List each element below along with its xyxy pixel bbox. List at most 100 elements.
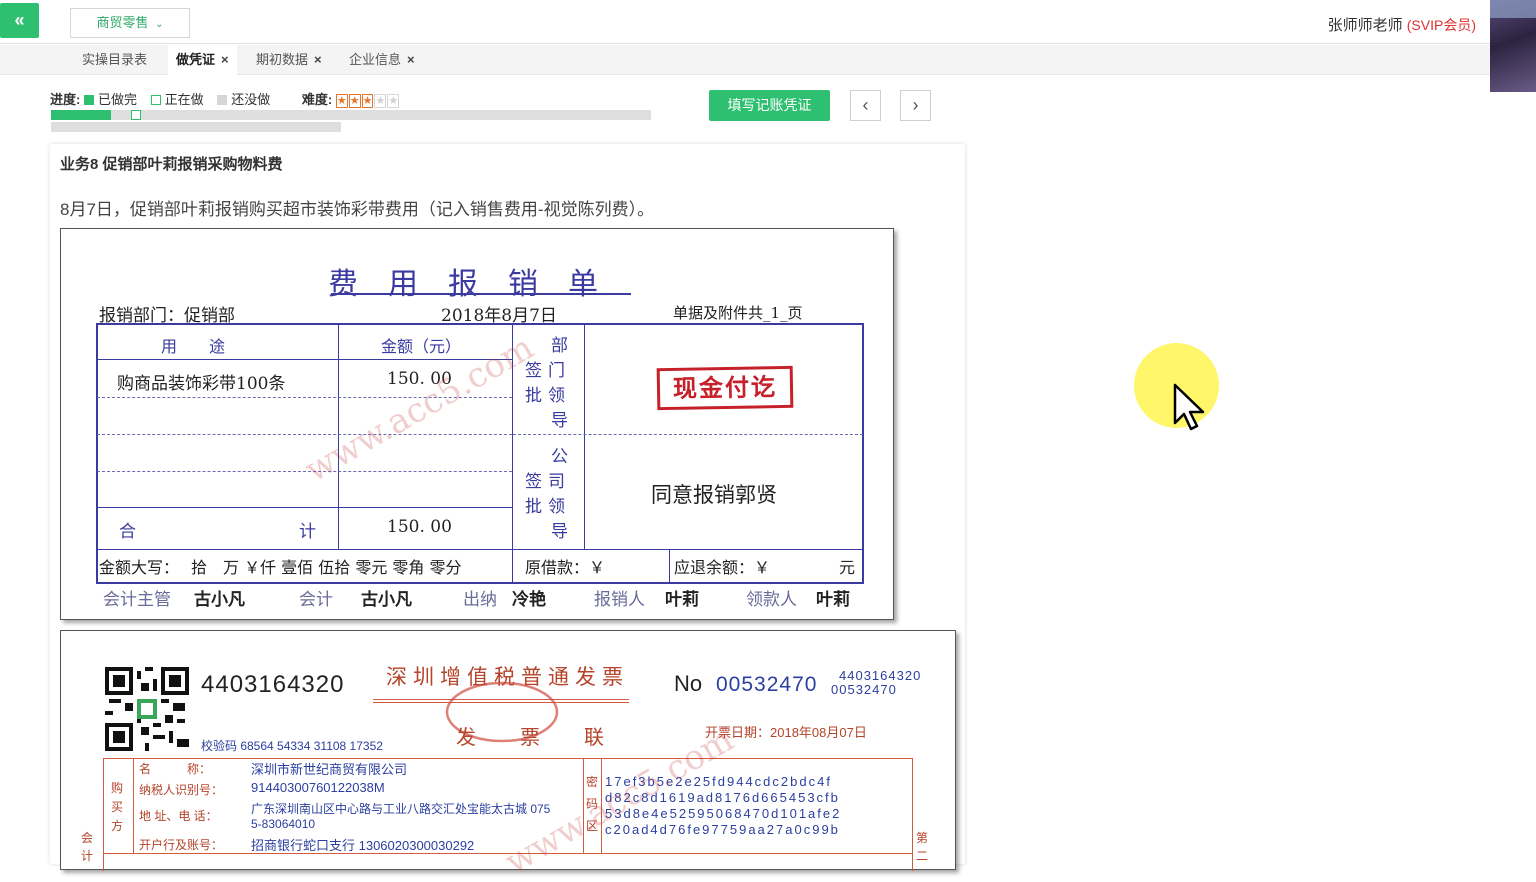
progress-cell[interactable] <box>551 110 561 120</box>
progress-cell[interactable] <box>501 110 511 120</box>
progress-cell[interactable] <box>51 122 61 132</box>
progress-cell[interactable] <box>371 110 381 120</box>
progress-cell[interactable] <box>291 122 301 132</box>
progress-cell[interactable] <box>581 110 591 120</box>
progress-cell[interactable] <box>81 110 91 120</box>
progress-cell[interactable] <box>211 110 221 120</box>
progress-cell[interactable] <box>531 110 541 120</box>
next-button[interactable]: › <box>900 90 931 121</box>
progress-cell[interactable] <box>231 122 241 132</box>
progress-cell[interactable] <box>281 110 291 120</box>
progress-cell[interactable] <box>101 122 111 132</box>
progress-cell[interactable] <box>141 110 151 120</box>
progress-cell[interactable] <box>271 110 281 120</box>
progress-cell[interactable] <box>511 110 521 120</box>
progress-cell[interactable] <box>161 110 171 120</box>
progress-cell[interactable] <box>331 122 341 132</box>
progress-cell[interactable] <box>91 110 101 120</box>
progress-cell[interactable] <box>221 122 231 132</box>
progress-cell[interactable] <box>61 110 71 120</box>
progress-cell[interactable] <box>241 122 251 132</box>
progress-cell[interactable] <box>601 110 611 120</box>
progress-cell[interactable] <box>51 110 61 120</box>
progress-cell[interactable] <box>81 122 91 132</box>
progress-cell[interactable] <box>281 122 291 132</box>
progress-cell[interactable] <box>401 110 411 120</box>
progress-cell[interactable] <box>161 122 171 132</box>
progress-cell[interactable] <box>191 122 201 132</box>
progress-cell[interactable] <box>391 110 401 120</box>
progress-cell[interactable] <box>381 110 391 120</box>
progress-cell[interactable] <box>411 110 421 120</box>
progress-cell[interactable] <box>241 110 251 120</box>
tab-opening-data[interactable]: 期初数据 × <box>256 45 322 75</box>
progress-cell[interactable] <box>221 110 231 120</box>
progress-cell[interactable] <box>521 110 531 120</box>
progress-cell[interactable] <box>131 110 141 120</box>
progress-cell[interactable] <box>571 110 581 120</box>
progress-cell[interactable] <box>171 122 181 132</box>
progress-cell[interactable] <box>301 110 311 120</box>
progress-cell[interactable] <box>441 110 451 120</box>
progress-cell[interactable] <box>641 110 651 120</box>
progress-cell[interactable] <box>271 122 281 132</box>
progress-cell[interactable] <box>121 122 131 132</box>
progress-cell[interactable] <box>291 110 301 120</box>
progress-cell[interactable] <box>341 110 351 120</box>
progress-cell[interactable] <box>541 110 551 120</box>
progress-cell[interactable] <box>461 110 471 120</box>
progress-cell[interactable] <box>211 122 221 132</box>
progress-cell[interactable] <box>201 122 211 132</box>
progress-cell[interactable] <box>321 110 331 120</box>
progress-cell[interactable] <box>611 110 621 120</box>
progress-cell[interactable] <box>151 122 161 132</box>
progress-cell[interactable] <box>311 122 321 132</box>
progress-cell[interactable] <box>61 122 71 132</box>
tab-practice-catalog[interactable]: 实操目录表 <box>82 45 147 75</box>
progress-cell[interactable] <box>71 110 81 120</box>
close-icon[interactable]: × <box>407 52 415 67</box>
tab-make-voucher[interactable]: 做凭证 × <box>168 45 237 75</box>
industry-select[interactable]: 商贸零售 ⌄ <box>70 8 190 38</box>
progress-cell[interactable] <box>111 110 121 120</box>
progress-cell[interactable] <box>311 110 321 120</box>
tab-company-info[interactable]: 企业信息 × <box>349 45 415 75</box>
progress-cell[interactable] <box>351 110 361 120</box>
progress-cell[interactable] <box>431 110 441 120</box>
progress-cell[interactable] <box>121 110 131 120</box>
progress-cell[interactable] <box>251 122 261 132</box>
progress-cell[interactable] <box>591 110 601 120</box>
progress-cell[interactable] <box>131 122 141 132</box>
progress-cell[interactable] <box>181 110 191 120</box>
progress-cell[interactable] <box>471 110 481 120</box>
progress-cell[interactable] <box>231 110 241 120</box>
progress-cell[interactable] <box>111 122 121 132</box>
progress-cell[interactable] <box>321 122 331 132</box>
progress-cell[interactable] <box>171 110 181 120</box>
progress-cell[interactable] <box>251 110 261 120</box>
close-icon[interactable]: × <box>221 52 229 67</box>
progress-cell[interactable] <box>141 122 151 132</box>
progress-cell[interactable] <box>191 110 201 120</box>
progress-cell[interactable] <box>561 110 571 120</box>
progress-cell[interactable] <box>631 110 641 120</box>
progress-cell[interactable] <box>91 122 101 132</box>
progress-cell[interactable] <box>491 110 501 120</box>
prev-button[interactable]: ‹ <box>850 90 881 121</box>
progress-cell[interactable] <box>181 122 191 132</box>
progress-cell[interactable] <box>451 110 461 120</box>
user-info[interactable]: 张师师老师 (SVIP会员) <box>1328 14 1476 35</box>
progress-cell[interactable] <box>261 110 271 120</box>
progress-cell[interactable] <box>71 122 81 132</box>
close-icon[interactable]: × <box>314 52 322 67</box>
progress-cell[interactable] <box>101 110 111 120</box>
progress-cell[interactable] <box>151 110 161 120</box>
progress-cell[interactable] <box>201 110 211 120</box>
collapse-sidebar-button[interactable]: « <box>0 3 39 38</box>
progress-cell[interactable] <box>301 122 311 132</box>
progress-cell[interactable] <box>361 110 371 120</box>
progress-cell[interactable] <box>261 122 271 132</box>
progress-cell[interactable] <box>481 110 491 120</box>
progress-cell[interactable] <box>421 110 431 120</box>
fill-voucher-button[interactable]: 填写记账凭证 <box>709 90 830 121</box>
